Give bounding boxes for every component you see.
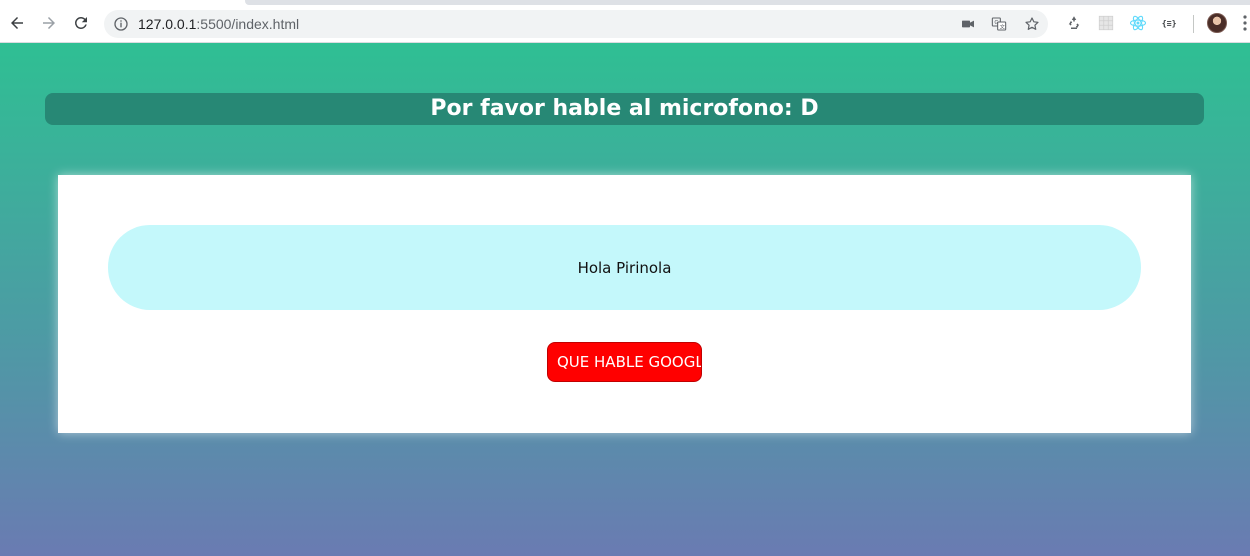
page-background: Por favor hable al microfono: D Hola Pir… — [0, 43, 1250, 556]
extension-react[interactable] — [1129, 14, 1147, 32]
url-path: :5500/index.html — [196, 16, 300, 32]
camera-button[interactable] — [960, 16, 976, 32]
back-button[interactable] — [6, 12, 28, 34]
forward-arrow-icon — [43, 17, 55, 29]
more-vert-icon[interactable] — [1240, 14, 1250, 32]
svg-text:{≡}: {≡} — [1162, 18, 1177, 28]
json-icon: {≡} — [1162, 18, 1177, 28]
reload-button[interactable] — [70, 12, 92, 34]
extension-json[interactable]: {≡} — [1161, 14, 1179, 32]
url-text[interactable]: 127.0.0.1:5500/index.html — [138, 16, 299, 32]
react-icon — [1129, 15, 1147, 31]
google-speak-button[interactable]: QUE HABLE GOOGLE — [547, 342, 702, 382]
bookmark-button[interactable] — [1024, 16, 1040, 32]
profile-avatar[interactable] — [1207, 13, 1227, 33]
forward-button[interactable] — [38, 12, 60, 34]
translate-icon: G 文 — [991, 17, 1007, 31]
title-banner: Por favor hable al microfono: D — [45, 93, 1204, 125]
recycle-icon — [1068, 16, 1080, 29]
browser-toolbar: 127.0.0.1:5500/index.html G 文 {≡} — [0, 0, 1250, 43]
address-bar[interactable]: 127.0.0.1:5500/index.html G 文 — [104, 10, 1048, 38]
main-card: Hola Pirinola QUE HABLE GOOGLE — [58, 175, 1191, 433]
page-title: Por favor hable al microfono: D — [430, 96, 819, 121]
extension-grid[interactable] — [1097, 14, 1115, 32]
info-icon[interactable] — [113, 16, 129, 32]
transcript-text: Hola Pirinola — [577, 258, 672, 277]
toolbar-divider — [1193, 15, 1194, 33]
star-icon — [1025, 17, 1039, 30]
url-host: 127.0.0.1 — [138, 16, 197, 32]
translate-button[interactable]: G 文 — [991, 16, 1007, 32]
back-arrow-icon — [11, 17, 23, 29]
tab-strip — [245, 0, 1250, 5]
svg-text:G: G — [994, 20, 998, 26]
reload-icon — [74, 16, 87, 29]
camera-icon — [962, 20, 974, 28]
extension-recycle[interactable] — [1065, 14, 1083, 32]
grid-icon — [1098, 15, 1114, 31]
transcript-box: Hola Pirinola — [108, 225, 1141, 310]
